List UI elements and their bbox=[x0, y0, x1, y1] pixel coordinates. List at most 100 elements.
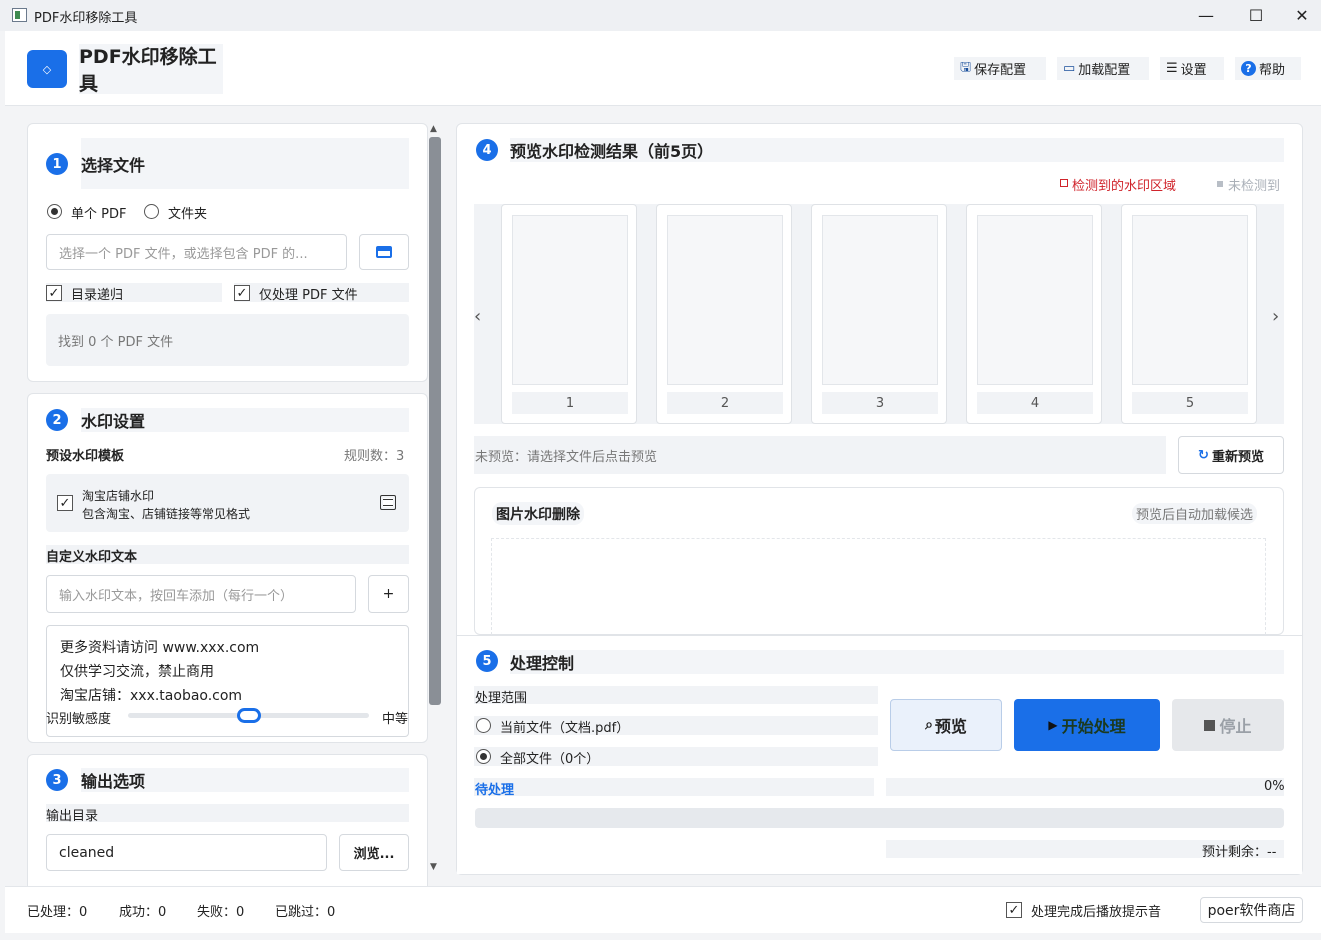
next-page-icon[interactable]: › bbox=[1272, 306, 1279, 327]
page-number: 2 bbox=[667, 392, 783, 414]
pdf-only-checkbox[interactable]: ✓ bbox=[234, 285, 250, 301]
detected-legend-icon bbox=[1060, 179, 1068, 187]
output-dir-row bbox=[46, 804, 409, 822]
radio-single-pdf[interactable] bbox=[47, 204, 62, 219]
page-thumbnail[interactable]: 5 bbox=[1121, 204, 1257, 424]
template-checkbox[interactable]: ✓ bbox=[57, 495, 73, 511]
preview-status: 未预览：请选择文件后点击预览 bbox=[475, 450, 658, 465]
step-4-badge: 4 bbox=[476, 139, 498, 161]
remaining-time: 预计剩余：-- bbox=[1202, 845, 1277, 860]
list-item[interactable]: 仅供学习交流，禁止商用 bbox=[60, 661, 214, 681]
success-count: 成功：0 bbox=[119, 905, 167, 920]
template-name: 淘宝店铺水印 bbox=[82, 489, 155, 503]
refresh-preview-label: 重新预览 bbox=[1211, 449, 1264, 465]
found-files-text: 找到 0 个 PDF 文件 bbox=[58, 335, 174, 350]
output-section-title: 输出选项 bbox=[81, 768, 409, 792]
radio-folder-label: 文件夹 bbox=[168, 207, 208, 222]
settings-icon: ☰ bbox=[1166, 61, 1178, 76]
page-thumbnail[interactable]: 2 bbox=[656, 204, 792, 424]
refresh-icon: ↻ bbox=[1198, 447, 1209, 463]
pdf-path-input[interactable]: 选择一个 PDF 文件，或选择包含 PDF 的... bbox=[46, 234, 347, 270]
custom-watermark-input[interactable]: 输入水印文本，按回车添加（每行一个） bbox=[46, 575, 356, 613]
sensitivity-label: 识别敏感度 bbox=[46, 712, 112, 727]
preview-button[interactable]: ⌕ 预览 bbox=[890, 699, 1002, 751]
list-item[interactable]: 更多资料请访问 www.xxx.com bbox=[60, 637, 259, 657]
pdf-only-label: 仅处理 PDF 文件 bbox=[259, 288, 358, 303]
save-config-button[interactable]: 🖫 保存配置 bbox=[954, 57, 1046, 80]
load-config-button[interactable]: ▭ 加载配置 bbox=[1057, 57, 1149, 80]
radio-current-file[interactable] bbox=[476, 718, 491, 733]
page-thumbnail[interactable]: 4 bbox=[966, 204, 1102, 424]
scroll-up-icon[interactable]: ▲ bbox=[430, 124, 437, 134]
settings-button[interactable]: ☰ 设置 bbox=[1160, 57, 1224, 80]
save-icon: 🖫 bbox=[960, 59, 972, 75]
image-candidates-area[interactable] bbox=[491, 538, 1266, 635]
template-edit-icon[interactable] bbox=[380, 495, 396, 510]
start-processing-button[interactable]: ▶ 开始处理 bbox=[1014, 699, 1160, 751]
radio-all-files[interactable] bbox=[476, 749, 491, 764]
failed-count: 失败：0 bbox=[197, 905, 245, 920]
template-desc: 包含淘宝、店铺链接等常见格式 bbox=[82, 507, 251, 521]
none-legend-icon bbox=[1217, 181, 1223, 187]
page-number: 3 bbox=[822, 392, 938, 414]
page-number: 1 bbox=[512, 392, 628, 414]
output-dir-input[interactable]: cleaned bbox=[46, 834, 327, 871]
app-window-icon bbox=[12, 8, 27, 22]
browse-output-button[interactable]: 浏览... bbox=[339, 834, 409, 871]
progress-bar bbox=[475, 808, 1284, 828]
sensitivity-value: 中等 bbox=[382, 712, 409, 727]
folder-icon bbox=[376, 246, 392, 258]
refresh-preview-button[interactable]: ↻ 重新预览 bbox=[1178, 436, 1284, 474]
page-thumbnail[interactable]: 1 bbox=[501, 204, 637, 424]
start-button-label: 开始处理 bbox=[1061, 717, 1126, 736]
app-logo-icon: ◇ bbox=[27, 50, 67, 88]
radio-all-label: 全部文件（0个） bbox=[500, 752, 600, 767]
sound-checkbox[interactable]: ✓ bbox=[1006, 902, 1022, 918]
stop-button[interactable]: 停止 bbox=[1172, 699, 1284, 751]
close-button[interactable]: ✕ bbox=[1279, 0, 1321, 31]
step-1-badge: 1 bbox=[46, 153, 68, 175]
page-number: 4 bbox=[977, 392, 1093, 414]
help-label: 帮助 bbox=[1259, 63, 1286, 78]
radio-current-label: 当前文件（文档.pdf） bbox=[500, 721, 630, 736]
percent-row bbox=[886, 778, 1284, 796]
skipped-count: 已跳过：0 bbox=[275, 905, 336, 920]
step-5-badge: 5 bbox=[476, 650, 498, 672]
preset-label: 预设水印模板 bbox=[46, 449, 125, 464]
watermark-section-title: 水印设置 bbox=[81, 408, 409, 432]
range-label-row bbox=[474, 686, 878, 704]
image-watermark-title: 图片水印删除 bbox=[492, 502, 584, 525]
help-icon: ? bbox=[1241, 61, 1256, 76]
radio-single-label: 单个 PDF bbox=[71, 207, 127, 222]
radio-folder[interactable] bbox=[144, 204, 159, 219]
recursive-checkbox[interactable]: ✓ bbox=[46, 285, 62, 301]
rule-count: 规则数：3 bbox=[344, 449, 405, 464]
preview-button-label: 预览 bbox=[934, 717, 967, 736]
step-2-badge: 2 bbox=[46, 409, 68, 431]
processed-count: 已处理：0 bbox=[27, 905, 88, 920]
folder-icon: ▭ bbox=[1063, 61, 1076, 76]
left-scrollbar-thumb[interactable] bbox=[429, 137, 441, 705]
prev-page-icon[interactable]: ‹ bbox=[474, 306, 481, 327]
load-config-label: 加载配置 bbox=[1078, 63, 1131, 78]
recursive-label: 目录递归 bbox=[71, 288, 124, 303]
sensitivity-slider-handle[interactable] bbox=[236, 708, 261, 723]
add-watermark-button[interactable]: + bbox=[368, 575, 409, 613]
app-title: PDF水印移除工具 bbox=[79, 44, 223, 95]
minimize-button[interactable]: — bbox=[1183, 0, 1229, 31]
stop-icon bbox=[1204, 719, 1216, 731]
file-section-title: 选择文件 bbox=[81, 138, 409, 189]
image-watermark-hint: 预览后自动加载候选 bbox=[1132, 503, 1258, 524]
help-button[interactable]: ? 帮助 bbox=[1235, 57, 1301, 80]
page-number: 5 bbox=[1132, 392, 1248, 414]
step-3-badge: 3 bbox=[46, 769, 68, 791]
browse-file-button[interactable] bbox=[359, 234, 409, 270]
output-dir-label: 输出目录 bbox=[46, 809, 99, 824]
maximize-button[interactable]: ☐ bbox=[1233, 0, 1279, 31]
control-section-title: 处理控制 bbox=[510, 650, 1284, 674]
shop-button[interactable]: poer软件商店 bbox=[1200, 897, 1303, 923]
list-item[interactable]: 淘宝店铺：xxx.taobao.com bbox=[60, 685, 242, 705]
settings-label: 设置 bbox=[1180, 63, 1207, 78]
page-thumbnail[interactable]: 3 bbox=[811, 204, 947, 424]
scroll-down-icon[interactable]: ▼ bbox=[430, 862, 437, 872]
